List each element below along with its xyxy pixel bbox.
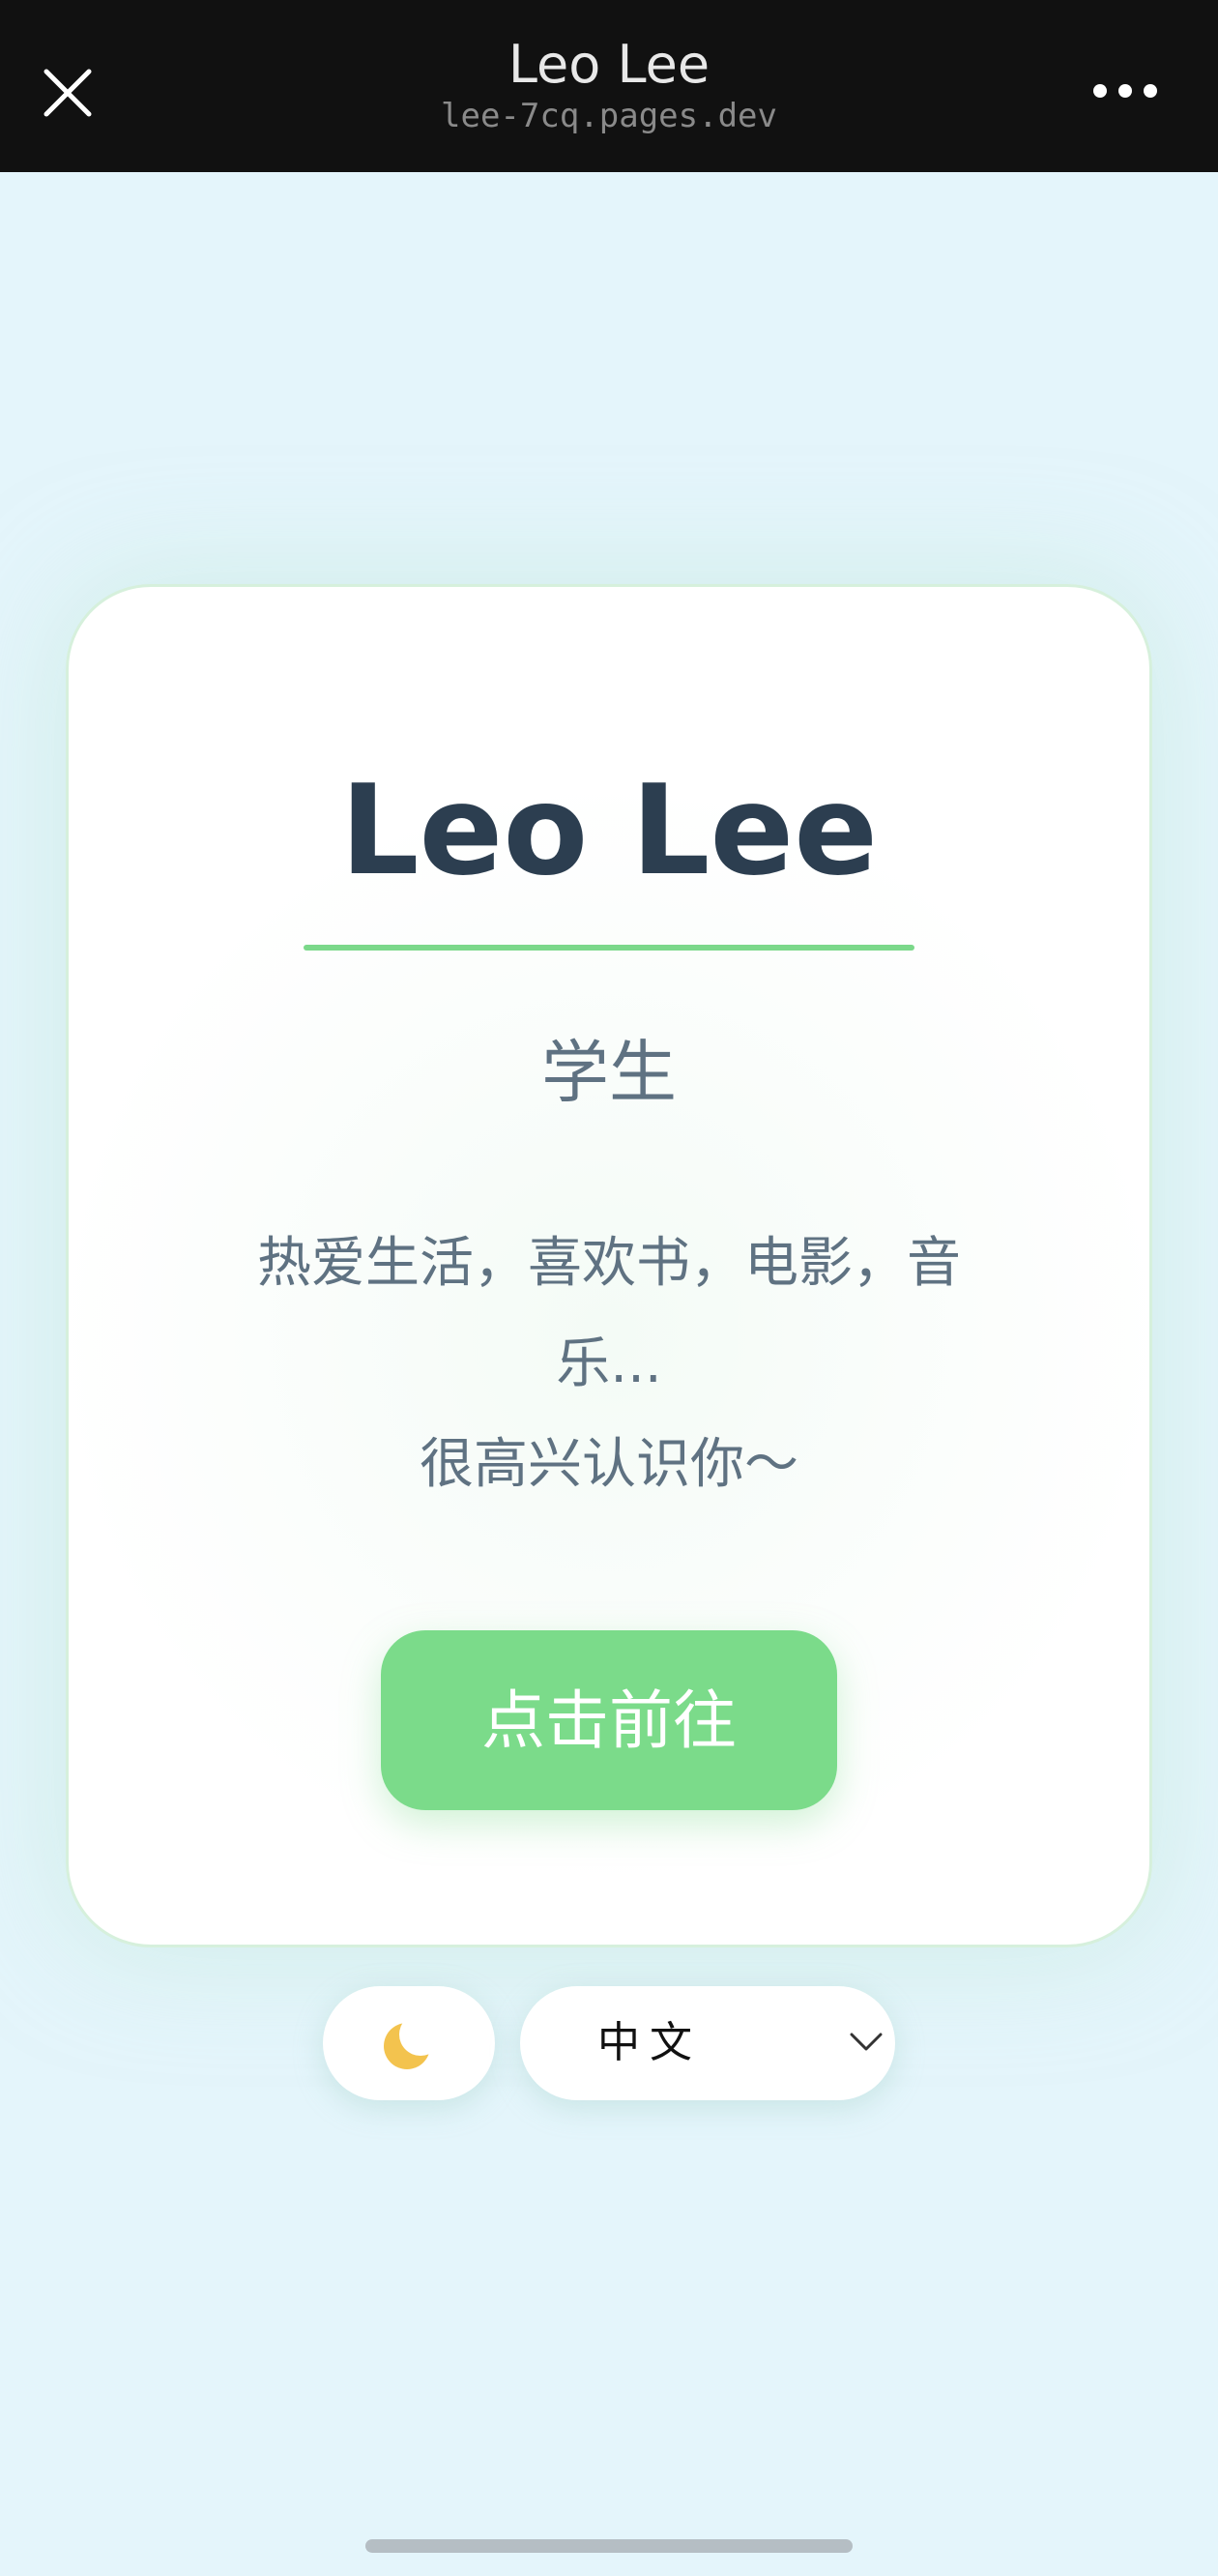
language-value: 中文 — [597, 2018, 702, 2067]
profile-role: 学生 — [541, 1033, 677, 1112]
go-button[interactable]: 点击前往 — [381, 1630, 837, 1810]
window-url: lee-7cq.pages.dev — [441, 97, 777, 135]
bio-line: 乐... — [556, 1332, 662, 1395]
moon-icon — [384, 2022, 430, 2069]
profile-bio: 热爱生活，喜欢书，电影，音 乐... 很高兴认识你～ — [232, 1214, 986, 1515]
chevron-down-icon — [850, 2033, 883, 2051]
theme-toggle-button[interactable] — [323, 1986, 495, 2100]
language-select[interactable]: 中文 — [520, 1986, 895, 2100]
browser-top-bar: Leo Lee lee-7cq.pages.dev — [0, 0, 1218, 172]
name-underline — [304, 945, 914, 951]
bio-line: 热爱生活，喜欢书，电影，音 — [257, 1232, 961, 1295]
profile-name: Leo Lee — [339, 759, 879, 903]
window-title-block: Leo Lee lee-7cq.pages.dev — [319, 33, 899, 135]
window-title: Leo Lee — [508, 34, 710, 95]
more-options-icon[interactable] — [1087, 72, 1164, 110]
home-indicator[interactable] — [365, 2539, 853, 2553]
bio-line: 很高兴认识你～ — [420, 1433, 798, 1496]
close-icon[interactable] — [37, 62, 99, 124]
